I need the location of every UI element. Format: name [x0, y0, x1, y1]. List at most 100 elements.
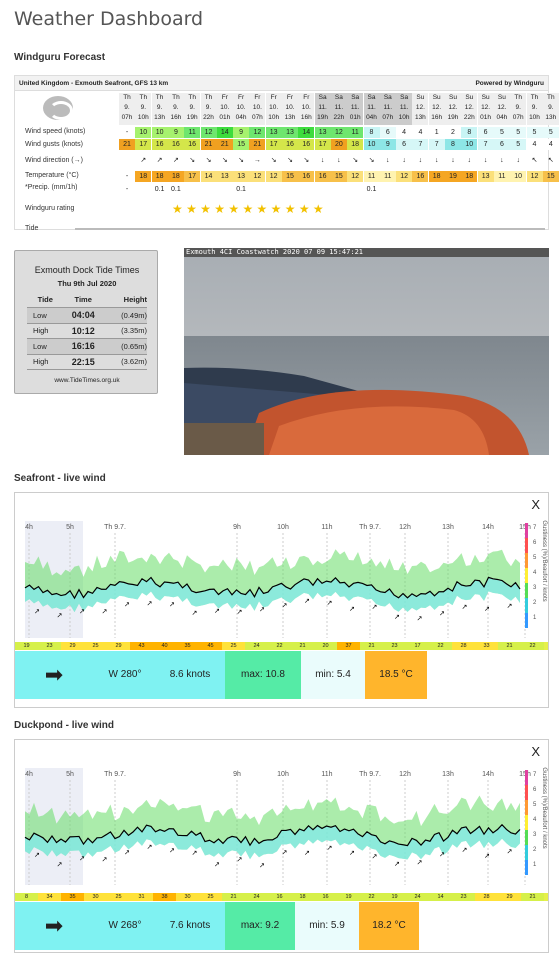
wind-speed-cell: 12: [200, 127, 217, 138]
y-tick: 5: [533, 802, 537, 808]
windguru-powered-by[interactable]: Powered by Windguru: [475, 80, 544, 87]
tide-line: [75, 228, 545, 230]
wind-gust-cell: 17: [135, 139, 152, 150]
temperature-cell: 11: [363, 171, 380, 182]
temperature-cell: 16: [314, 171, 331, 182]
precip-cell: 0.1: [171, 186, 181, 193]
temperature-cell: 13: [233, 171, 250, 182]
wind-gust-cell: 17: [265, 139, 282, 150]
y-tick: 2: [533, 600, 537, 606]
forecast-day: Fr: [303, 94, 310, 101]
duckpond-min: min: 5.9: [295, 902, 359, 950]
forecast-time-header: Th 9. 07h: [510, 93, 527, 125]
label-wind-speed: Wind speed (knots): [25, 128, 86, 135]
gustiness-cell: 22: [268, 642, 291, 650]
forecast-time-header: Sa 11. 01h: [347, 93, 364, 125]
wind-gust-cell: 6: [396, 139, 413, 150]
forecast-day: Su: [432, 94, 441, 101]
precip-cell: [494, 184, 510, 195]
wind-speed-cell: 5: [493, 127, 510, 138]
time-label: 10h: [277, 524, 289, 531]
forecast-time-header: Fr 10. 04h: [233, 93, 250, 125]
wind-arrow-icon: ↗: [484, 605, 490, 613]
precip-cell: [249, 184, 265, 195]
beaufort-scale: [525, 568, 528, 583]
precip-cell: 0.1: [366, 186, 377, 193]
precip-cell: [266, 184, 282, 195]
wind-arrow-icon: ↗: [417, 614, 423, 622]
forecast-hour: 07h: [382, 114, 394, 121]
time-label: Th 9.7.: [359, 524, 381, 531]
forecast-date: 9.: [173, 104, 179, 111]
forecast-hour: 04h: [496, 114, 508, 121]
windguru-header: United Kingdom - Exmouth Seafront, GFS 1…: [15, 76, 548, 91]
wind-speed-cell: 13: [265, 127, 282, 138]
wind-direction-arrow-icon: ↓: [500, 157, 504, 164]
duckpond-direction: W 268°: [108, 920, 142, 931]
forecast-hour: 10h: [398, 114, 410, 121]
forecast-time-header: Sa 11. 04h: [363, 93, 380, 125]
time-label: Th 9.7.: [104, 771, 126, 778]
time-label: 12h: [399, 524, 411, 531]
temperature-cell: 16: [412, 171, 429, 182]
gustiness-cell: 30: [176, 893, 199, 901]
gustiness-cell: 19: [337, 893, 360, 901]
forecast-date: 11.: [318, 104, 327, 111]
wind-direction-arrow-icon: ↓: [483, 157, 488, 164]
wind-direction-arrow-icon: ↗: [156, 157, 163, 164]
wind-arrow-icon: ↗: [462, 846, 468, 854]
forecast-date: 11.: [334, 104, 344, 111]
forecast-time-header: Sa 11. 10h: [396, 93, 413, 125]
forecast-day: Sa: [400, 94, 409, 101]
wind-direction-arrow-icon: ↗: [140, 157, 147, 164]
duckpond-info-bar: ➡ W 268° 7.6 knots max: 9.2 min: 5.9 18.…: [15, 902, 548, 950]
gustiness-cell: 14: [429, 893, 452, 901]
wind-direction-arrow-icon: ↘: [189, 157, 196, 164]
forecast-day: Sa: [318, 94, 327, 101]
precip-cell: [135, 184, 151, 195]
wind-arrow-icon: ↗: [169, 601, 175, 609]
temperature-cell: 11: [493, 171, 510, 182]
wind-arrow-icon: ↗: [192, 849, 198, 857]
wind-speed-cell: 5: [542, 127, 559, 138]
tide-header-height: Height: [102, 292, 147, 308]
wind-arrow-icon: ↗: [259, 861, 265, 869]
duckpond-speed: 7.6 knots: [169, 920, 211, 931]
beaufort-scale: [525, 598, 528, 613]
y-tick: 4: [533, 570, 537, 576]
seafront-section-title: Seafront - live wind: [14, 473, 106, 484]
forecast-date: 12.: [481, 104, 491, 111]
webcam-image: Exmouth 4CI Coastwatch 2020 07 09 15:47:…: [184, 248, 549, 455]
forecast-date: 10.: [252, 104, 262, 111]
forecast-time-header: Sa 11. 07h: [379, 93, 396, 125]
forecast-day: Sa: [383, 94, 392, 101]
precip-cell: [543, 184, 559, 195]
wind-gust-cell: 16: [298, 139, 315, 150]
forecast-time-header: Th 9. 16h: [167, 93, 184, 125]
wind-direction-arrow-icon: ↓: [386, 157, 390, 164]
wind-speed-cell: 8: [461, 127, 478, 138]
forecast-date: 11.: [383, 104, 393, 111]
temperature-cell: 15: [282, 171, 298, 182]
forecast-date: 12.: [415, 104, 425, 111]
time-label: 14h: [482, 524, 494, 531]
wind-arrow-icon: ↗: [282, 601, 288, 609]
forecast-hour: 16h: [300, 114, 312, 121]
wind-arrow-icon: ↗: [304, 849, 310, 857]
wind-speed-cell: 2: [445, 127, 461, 138]
wind-arrow-icon: ↗: [34, 851, 40, 859]
gustiness-cell: 25: [222, 642, 245, 650]
wind-arrow-icon: ↗: [102, 607, 108, 615]
gustiness-cell: 22: [521, 642, 544, 650]
forecast-date: 9.: [189, 104, 195, 111]
tide-source-link[interactable]: www.TideTimes.org.uk: [15, 377, 159, 384]
wind-arrow-icon: ↗: [507, 847, 513, 855]
gustiness-cell: 37: [337, 642, 360, 650]
label-precip: *Precip. (mm/1h): [25, 184, 78, 191]
forecast-day: Fr: [270, 94, 277, 101]
forecast-hour: 10h: [529, 114, 540, 121]
label-tide: Tide: [25, 225, 39, 232]
wind-arrow-icon: ↗: [147, 843, 153, 851]
wind-direction-arrow-icon: ➡: [44, 662, 64, 687]
precip-cell: [217, 184, 233, 195]
